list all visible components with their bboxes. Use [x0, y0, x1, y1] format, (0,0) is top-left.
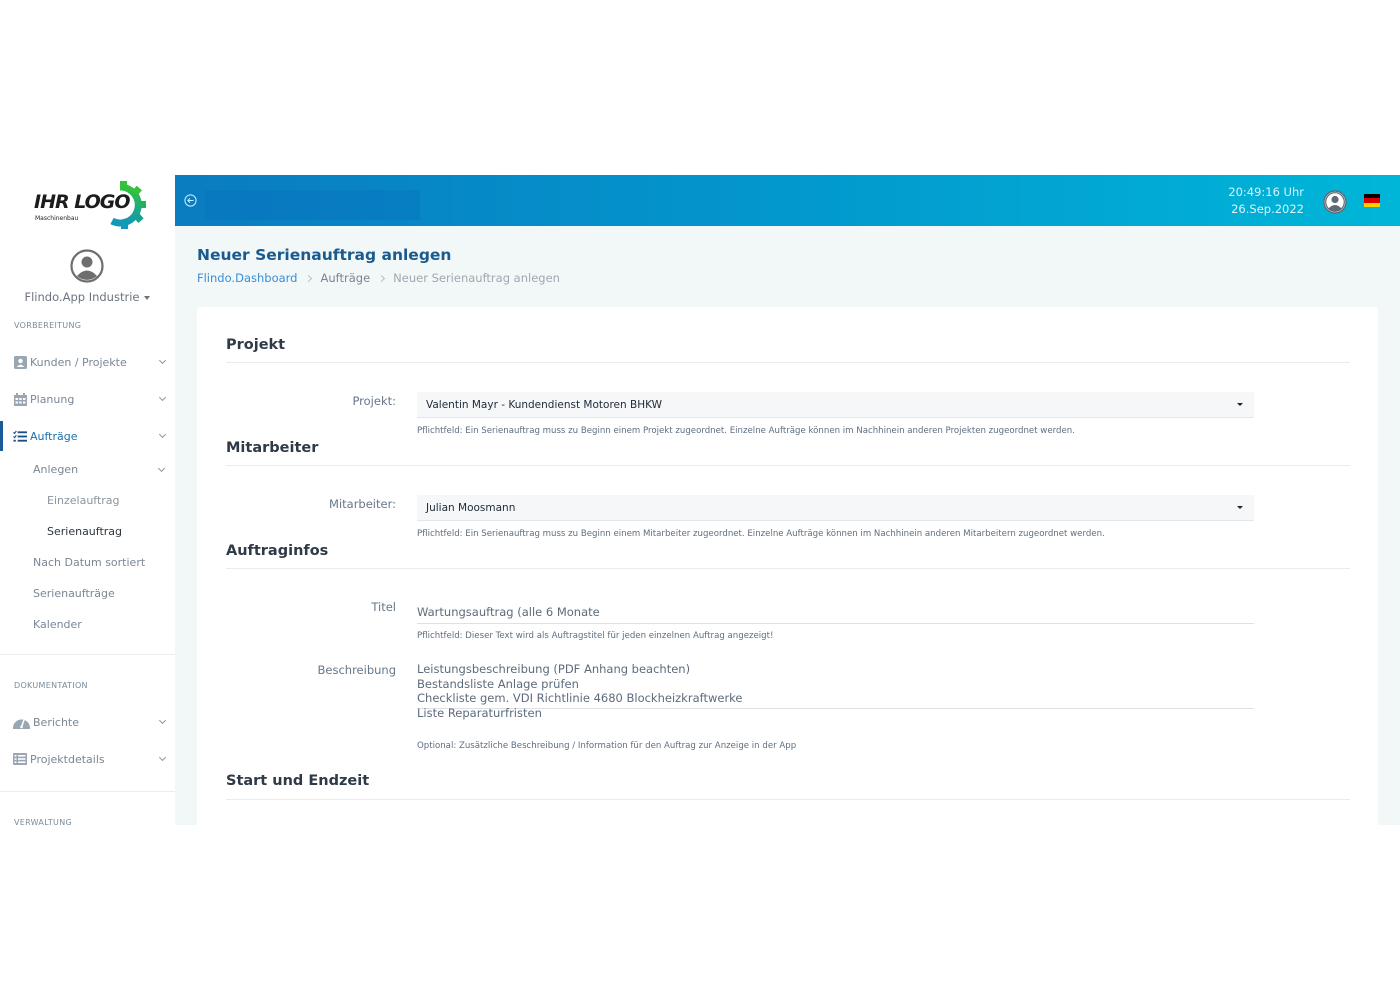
beschreibung-help-text: Optional: Zusätzliche Beschreibung / Inf…	[417, 741, 797, 751]
breadcrumb-current: Neuer Serienauftrag anlegen	[393, 271, 560, 285]
beschreibung-line: Checkliste gem. VDI Richtlinie 4680 Bloc…	[417, 691, 743, 705]
sidebar-divider	[0, 654, 175, 655]
user-profile-icon[interactable]	[1323, 190, 1347, 214]
caret-down-icon	[1237, 506, 1243, 509]
chevron-right-icon	[305, 274, 313, 282]
clock-date: 26.Sep.2022	[1231, 202, 1304, 216]
section-title-projekt: Projekt	[226, 337, 286, 353]
chevron-down-icon	[157, 464, 166, 473]
beschreibung-line: Liste Reparaturfristen	[417, 705, 542, 720]
logo-subtitle: Maschinenbau	[35, 215, 79, 222]
back-arrow-circle-icon[interactable]	[184, 194, 197, 207]
sidebar-item-label: Berichte	[33, 715, 79, 729]
clock-time: 20:49:16 Uhr	[1228, 185, 1304, 199]
sidebar-divider	[0, 791, 175, 792]
beschreibung-label: Beschreibung	[317, 663, 397, 677]
task-list-icon	[13, 429, 27, 443]
gear-logo-icon	[110, 181, 146, 229]
section-divider	[226, 362, 1350, 363]
projekt-select[interactable]: Valentin Mayr - Kundendienst Motoren BHK…	[417, 392, 1254, 418]
section-verwaltung: VERWALTUNG	[14, 818, 72, 825]
mitarbeiter-select[interactable]: Julian Moosmann	[417, 495, 1254, 521]
sidebar-item-kunden-projekte[interactable]: Kunden / Projekte	[0, 349, 175, 375]
chevron-down-icon	[158, 716, 167, 725]
list-table-icon	[13, 752, 27, 766]
chevron-down-icon	[158, 430, 167, 439]
section-title-start-endzeit: Start und Endzeit	[226, 773, 370, 789]
projekt-help-text: Pflichtfeld: Ein Serienauftrag muss zu B…	[417, 426, 1075, 436]
titel-input[interactable]: Wartungsauftrag (alle 6 Monate	[417, 605, 1254, 624]
sidebar-item-label: Aufträge	[30, 429, 78, 443]
mitarbeiter-label: Mitarbeiter:	[329, 497, 396, 511]
subitem-label: Anlegen	[33, 463, 79, 476]
topbar-search-area[interactable]	[205, 190, 420, 220]
beschreibung-line: Leistungsbeschreibung (PDF Anhang beacht…	[417, 662, 691, 676]
page-title: Neuer Serienauftrag anlegen	[197, 246, 452, 264]
sidebar-subitem-anlegen[interactable]: Anlegen	[33, 463, 166, 476]
projekt-label: Projekt:	[352, 394, 396, 408]
breadcrumb-dashboard[interactable]: Flindo.Dashboard	[197, 271, 297, 285]
clock: 20:49:16 Uhr 26.Sep.2022	[1228, 184, 1304, 218]
sidebar-item-projektdetails[interactable]: Projektdetails	[0, 746, 175, 772]
caret-down-icon	[144, 295, 151, 300]
breadcrumb-auftraege[interactable]: Aufträge	[320, 271, 370, 285]
company-logo[interactable]: IHR LOGO Maschinenbau	[34, 179, 146, 229]
section-divider	[226, 465, 1350, 466]
beschreibung-line: Bestandsliste Anlage prüfen	[417, 676, 579, 691]
chevron-down-icon	[158, 356, 167, 365]
topbar: 20:49:16 Uhr 26.Sep.2022	[175, 175, 1400, 226]
user-menu-toggle[interactable]: Flindo.App Industrie	[0, 290, 175, 304]
mitarbeiter-help-text: Pflichtfeld: Ein Serienauftrag muss zu B…	[417, 529, 1105, 539]
chevron-down-icon	[158, 753, 167, 762]
sidebar-item-berichte[interactable]: Berichte	[0, 709, 175, 735]
sidebar-subitem-einzelauftrag[interactable]: Einzelauftrag	[47, 494, 120, 507]
sidebar-item-label: Kunden / Projekte	[30, 355, 127, 369]
chevron-down-icon	[158, 393, 167, 402]
form-card: Projekt Projekt: Valentin Mayr - Kundend…	[197, 307, 1378, 825]
breadcrumb: Flindo.Dashboard Aufträge Neuer Serienau…	[197, 271, 560, 285]
sidebar-subitem-serienauftrag[interactable]: Serienauftrag	[47, 525, 122, 538]
calendar-icon	[13, 392, 27, 406]
beschreibung-textarea[interactable]: Leistungsbeschreibung (PDF Anhang beacht…	[417, 662, 1254, 720]
dashboard-gauge-icon	[13, 715, 30, 729]
caret-down-icon	[1237, 403, 1243, 406]
sidebar-item-label: Projektdetails	[30, 752, 105, 766]
sidebar: IHR LOGO Maschinenbau Flindo.App Industr…	[0, 175, 175, 825]
section-divider	[226, 799, 1350, 800]
user-name: Flindo.App Industrie	[24, 290, 140, 304]
contact-card-icon	[13, 355, 27, 369]
section-dokumentation: DOKUMENTATION	[14, 681, 88, 690]
chevron-right-icon	[378, 274, 386, 282]
user-avatar-icon[interactable]	[70, 249, 104, 283]
titel-label: Titel	[371, 600, 396, 614]
mitarbeiter-select-value: Julian Moosmann	[426, 502, 516, 514]
section-title-auftraginfos: Auftraginfos	[226, 543, 329, 559]
sidebar-item-label: Planung	[30, 392, 75, 406]
sidebar-subitem-kalender[interactable]: Kalender	[33, 618, 82, 631]
sidebar-item-planung[interactable]: Planung	[0, 386, 175, 412]
sidebar-item-auftraege[interactable]: Aufträge	[0, 421, 175, 451]
sidebar-subitem-serienauftraege[interactable]: Serienaufträge	[33, 587, 115, 600]
section-vorbereitung: VORBEREITUNG	[14, 321, 82, 330]
section-title-mitarbeiter: Mitarbeiter	[226, 440, 319, 456]
titel-help-text: Pflichtfeld: Dieser Text wird als Auftra…	[417, 631, 774, 641]
app-window: IHR LOGO Maschinenbau Flindo.App Industr…	[0, 175, 1400, 825]
sidebar-subitem-nach-datum[interactable]: Nach Datum sortiert	[33, 556, 145, 569]
projekt-select-value: Valentin Mayr - Kundendienst Motoren BHK…	[426, 399, 662, 411]
german-flag-icon[interactable]	[1364, 194, 1380, 207]
section-divider	[226, 568, 1350, 569]
